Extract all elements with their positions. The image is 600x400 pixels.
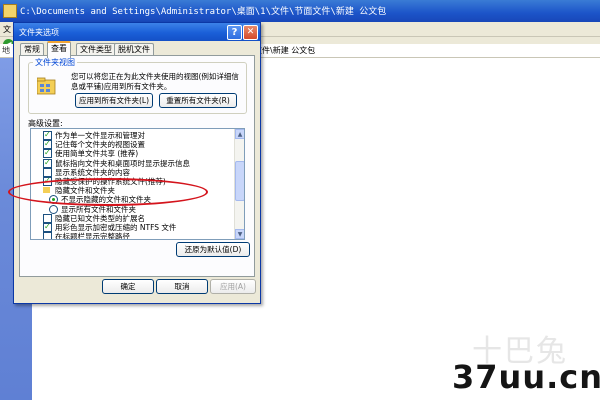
- explorer-titlebar: C:\Documents and Settings\Administrator\…: [0, 0, 600, 22]
- advanced-setting-item[interactable]: 鼠标指向文件夹和桌面项时显示提示信息: [31, 158, 234, 168]
- advanced-setting-label: 隐藏已知文件类型的扩展名: [55, 213, 145, 223]
- advanced-setting-item[interactable]: 用彩色显示加密或压缩的 NTFS 文件: [31, 222, 234, 232]
- dialog-title: 文件夹选项: [19, 28, 59, 37]
- tab-view[interactable]: 查看: [47, 41, 71, 58]
- advanced-setting-item[interactable]: 隐藏已知文件类型的扩展名: [31, 213, 234, 223]
- checkbox-icon[interactable]: [43, 222, 52, 232]
- folder-window-icon: [3, 4, 17, 18]
- folder-view-icon: [37, 77, 56, 95]
- folder-views-label: 文件夹视图: [33, 57, 77, 68]
- help-button[interactable]: ?: [227, 25, 242, 40]
- folder-views-description-2: 息或平铺)应用到所有文件夹。: [71, 82, 172, 91]
- view-tab-panel: 文件夹视图 您可以将您正在为此文件夹使用的视图(例如详细信 息或平铺)应用到所有…: [19, 55, 255, 277]
- cancel-button[interactable]: 取消: [156, 279, 208, 294]
- advanced-setting-label: 作为单一文件显示和管理对: [55, 131, 145, 140]
- advanced-setting-label: 使用简单文件共享 (推荐): [55, 149, 139, 159]
- scrollbar[interactable]: ▲ ▼: [234, 129, 244, 239]
- folder-views-group: 文件夹视图 您可以将您正在为此文件夹使用的视图(例如详细信 息或平铺)应用到所有…: [28, 57, 247, 114]
- checkbox-icon[interactable]: [43, 232, 52, 239]
- advanced-setting-item[interactable]: 作为单一文件显示和管理对: [31, 130, 234, 140]
- explorer-title: C:\Documents and Settings\Administrator\…: [20, 7, 387, 17]
- close-icon[interactable]: ✕: [243, 25, 258, 40]
- scroll-down-icon[interactable]: ▼: [235, 229, 244, 239]
- apply-to-all-folders-button[interactable]: 应用到所有文件夹(L): [75, 93, 153, 108]
- radio-icon[interactable]: [49, 204, 58, 214]
- watermark-site: 37uu.cn: [452, 358, 600, 396]
- ok-button[interactable]: 确定: [102, 279, 154, 294]
- scroll-thumb[interactable]: [235, 161, 244, 201]
- advanced-setting-label: 记住每个文件夹的视图设置: [55, 140, 145, 150]
- advanced-setting-label: 在标题栏显示完整路径: [55, 232, 130, 240]
- advanced-setting-item[interactable]: 记住每个文件夹的视图设置: [31, 139, 234, 150]
- reset-all-folders-button[interactable]: 重置所有文件夹(R): [159, 93, 237, 108]
- red-annotation-ellipse: [8, 178, 208, 206]
- dialog-titlebar[interactable]: 文件夹选项 ? ✕: [14, 23, 260, 41]
- advanced-setting-label: 显示系统文件夹的内容: [55, 167, 130, 177]
- checkbox-icon[interactable]: [43, 158, 52, 168]
- restore-defaults-button[interactable]: 还原为默认值(D): [176, 242, 250, 257]
- apply-button[interactable]: 应用(A): [210, 279, 256, 294]
- advanced-setting-item[interactable]: 显示系统文件夹的内容: [31, 167, 234, 177]
- address-path[interactable]: 文件\新建 公文包: [254, 45, 315, 56]
- advanced-setting-label: 鼠标指向文件夹和桌面项时显示提示信息: [55, 158, 190, 168]
- advanced-setting-item[interactable]: 使用简单文件共享 (推荐): [31, 148, 234, 159]
- scroll-up-icon[interactable]: ▲: [235, 129, 244, 139]
- advanced-setting-item[interactable]: 显示所有文件和文件夹: [31, 204, 234, 214]
- advanced-setting-label: 用彩色显示加密或压缩的 NTFS 文件: [55, 223, 177, 232]
- address-label: 地: [2, 46, 10, 55]
- menu-fragment[interactable]: 文: [3, 24, 11, 35]
- advanced-setting-item[interactable]: 在标题栏显示完整路径: [31, 232, 234, 240]
- folder-options-dialog: 文件夹选项 ? ✕ 常规 查看 文件类型 脱机文件 文件夹视图 您可以将您正在为…: [13, 22, 261, 304]
